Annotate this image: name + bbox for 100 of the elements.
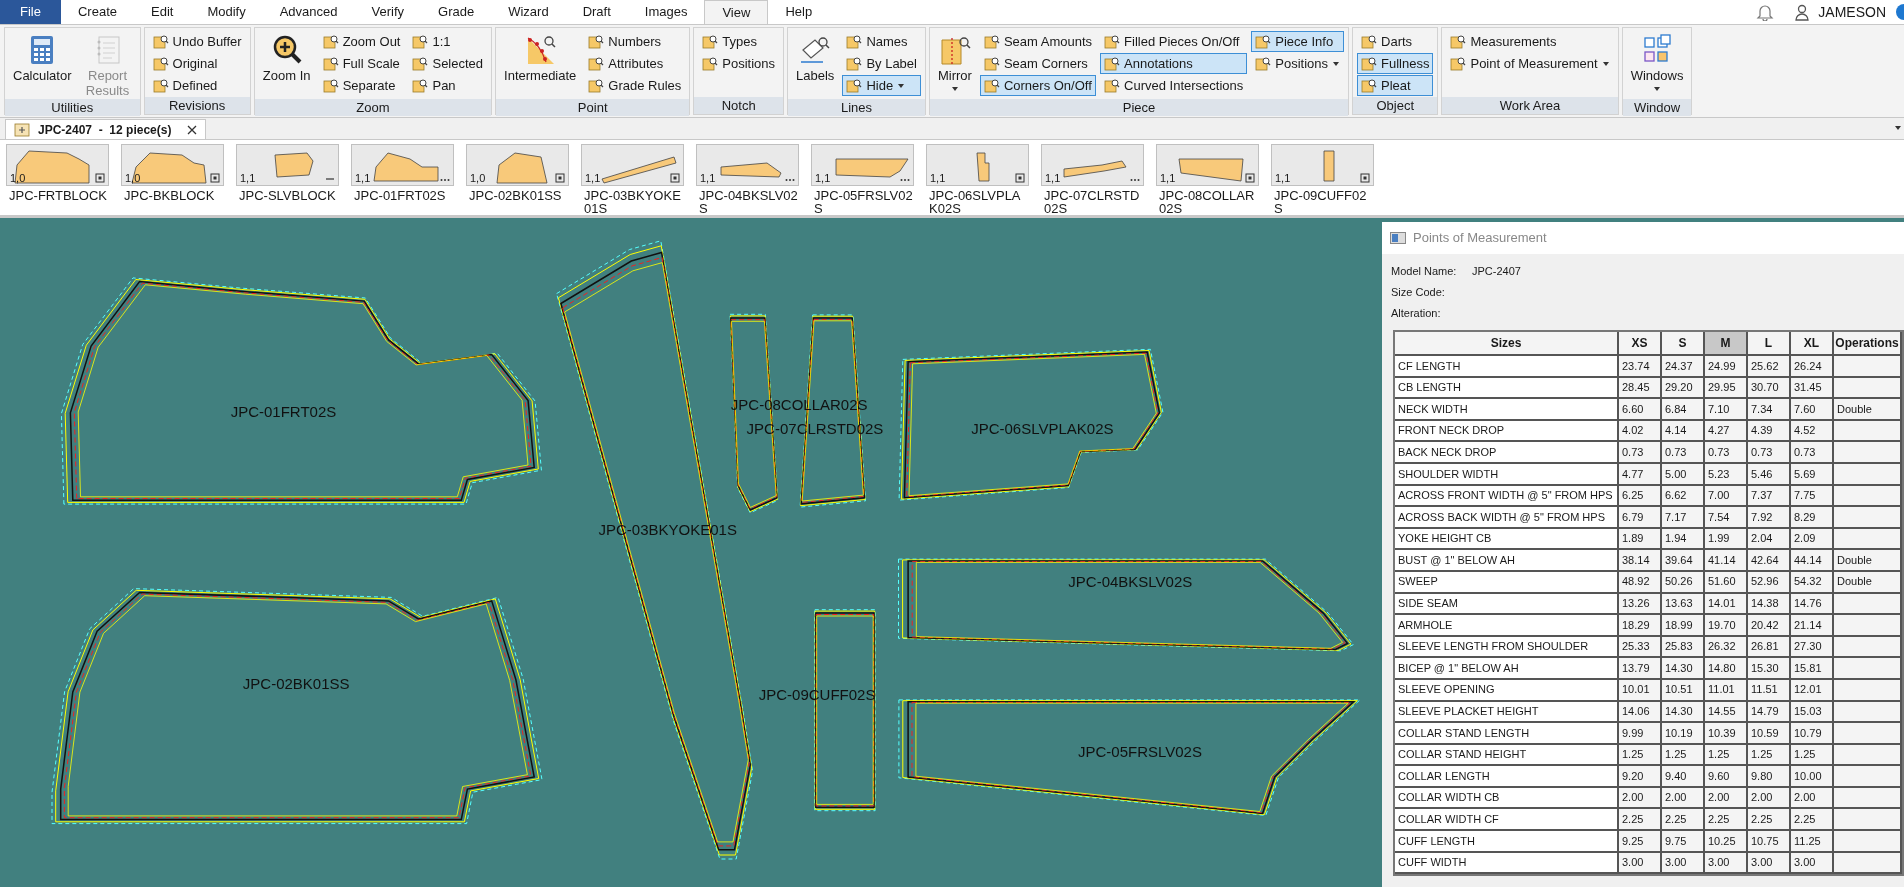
- document-tab[interactable]: JPC-2407 - 12 piece(s): [5, 119, 207, 139]
- piece-label: JPC-06SLVPLAK02S: [971, 421, 1114, 438]
- table-cell: 8.29: [1791, 507, 1834, 527]
- piece-thumbnail[interactable]: 1,1: [1156, 144, 1259, 186]
- column-header[interactable]: L: [1748, 332, 1791, 354]
- piece-name: JPC-03BKYOKE01S: [584, 189, 682, 215]
- ribbon-button[interactable]: Positions: [698, 53, 780, 74]
- menu-tab[interactable]: Advanced: [262, 0, 355, 24]
- ribbon-button[interactable]: Annotations: [1100, 53, 1248, 74]
- ribbon-button[interactable]: Names: [842, 31, 921, 52]
- ribbon-button[interactable]: Calculator: [9, 31, 76, 99]
- column-header[interactable]: Sizes: [1395, 332, 1619, 354]
- table-cell: 1.99: [1705, 528, 1748, 549]
- table-cell: 2.04: [1748, 528, 1791, 549]
- table-cell: 7.37: [1748, 485, 1791, 506]
- ribbon-button[interactable]: Numbers: [584, 31, 686, 52]
- pattern-piece[interactable]: [898, 558, 1354, 652]
- user-name[interactable]: JAMESON: [1818, 1, 1886, 23]
- ribbon-button[interactable]: Measurements: [1446, 31, 1614, 52]
- menu-tab[interactable]: File: [0, 0, 61, 24]
- ribbon-button[interactable]: Selected: [408, 53, 488, 74]
- ribbon-button[interactable]: Seam Amounts: [979, 31, 1097, 52]
- ribbon-button[interactable]: Positions: [1251, 53, 1345, 74]
- ribbon-button[interactable]: Mirror: [933, 31, 976, 99]
- ribbon-button[interactable]: Corners On/Off: [979, 75, 1097, 96]
- ribbon-button[interactable]: Pleat: [1357, 75, 1434, 96]
- table-cell: 2.00: [1705, 787, 1748, 808]
- ribbon-button[interactable]: Original: [148, 53, 246, 74]
- menu-tab[interactable]: Draft: [565, 0, 628, 24]
- piece-thumbnail[interactable]: 1,1: [1041, 144, 1144, 186]
- column-header[interactable]: M: [1705, 332, 1748, 354]
- piece-thumbnail[interactable]: 1,1: [236, 144, 339, 186]
- table-cell: 1.25: [1619, 744, 1662, 765]
- pattern-piece[interactable]: [60, 277, 542, 505]
- ribbon-button[interactable]: Hide: [842, 75, 921, 96]
- column-header[interactable]: XL: [1791, 332, 1834, 354]
- table-cell: 2.25: [1748, 809, 1791, 830]
- table-cell: 5.69: [1791, 463, 1834, 484]
- menu-tab[interactable]: Verify: [354, 0, 422, 24]
- table-cell: 12.01: [1791, 679, 1834, 700]
- ribbon-button[interactable]: Seam Corners: [979, 53, 1097, 74]
- ribbon-button[interactable]: Undo Buffer: [148, 31, 246, 52]
- ribbon-button[interactable]: Types: [698, 31, 780, 52]
- ribbon-button[interactable]: 1:1: [408, 31, 488, 52]
- ribbon-button[interactable]: Separate: [318, 75, 405, 96]
- table-cell: YOKE HEIGHT CB: [1395, 528, 1619, 549]
- column-header[interactable]: Operations: [1834, 332, 1902, 354]
- table-cell: 9.80: [1748, 766, 1791, 786]
- ribbon-button[interactable]: Attributes: [584, 53, 686, 74]
- table-cell: 4.02: [1619, 420, 1662, 441]
- menu-tab[interactable]: View: [704, 0, 769, 24]
- piece-thumbnail[interactable]: 1,1: [696, 144, 799, 186]
- table-cell: CB LENGTH: [1395, 377, 1619, 398]
- ribbon-button[interactable]: Fullness: [1357, 53, 1434, 74]
- table-cell: 7.34: [1748, 399, 1791, 419]
- menu-tab[interactable]: Edit: [134, 0, 191, 24]
- pattern-piece[interactable]: [898, 699, 1361, 816]
- piece-thumbnail[interactable]: 1,0: [466, 144, 569, 186]
- ribbon-button[interactable]: Point of Measurement: [1446, 53, 1614, 74]
- ribbon-button[interactable]: Zoom In: [258, 31, 315, 99]
- menu-tab[interactable]: Create: [60, 0, 134, 24]
- ribbon-button[interactable]: Curved Intersections: [1100, 75, 1248, 96]
- piece-thumbnail[interactable]: 1,0: [121, 144, 224, 186]
- ribbon-button[interactable]: Grade Rules: [584, 75, 686, 96]
- piece-thumbnail[interactable]: 1,1: [351, 144, 454, 186]
- ribbon-button[interactable]: Piece Info: [1251, 31, 1345, 52]
- piece-label: JPC-04BKSLV02S: [1068, 574, 1193, 591]
- ribbon-button[interactable]: By Label: [842, 53, 921, 74]
- menu-tab[interactable]: Images: [627, 0, 705, 24]
- table-cell: 1.25: [1705, 744, 1748, 765]
- table-cell: 9.60: [1705, 766, 1748, 786]
- menu-tab[interactable]: Grade: [421, 0, 492, 24]
- table-cell: CUFF WIDTH: [1395, 852, 1619, 873]
- ribbon-button[interactable]: Defined: [148, 75, 246, 96]
- ribbon-button[interactable]: Full Scale: [318, 53, 405, 74]
- piece-thumbnail[interactable]: 1,0: [6, 144, 109, 186]
- window-icon: [1390, 232, 1406, 244]
- piece-thumbnail[interactable]: 1,1: [1271, 144, 1374, 186]
- menu-tab[interactable]: Wizard: [491, 0, 566, 24]
- ribbon-button[interactable]: Zoom Out: [318, 31, 405, 52]
- ribbon-button[interactable]: Darts: [1357, 31, 1434, 52]
- piece-thumbnail[interactable]: 1,1: [811, 144, 914, 186]
- piece-thumbnail[interactable]: 1,1: [581, 144, 684, 186]
- pattern-piece[interactable]: [898, 348, 1164, 501]
- menu-tab[interactable]: Help: [768, 0, 830, 24]
- column-header[interactable]: S: [1662, 332, 1705, 354]
- piece-name: JPC-02BK01SS: [469, 189, 563, 202]
- piece-thumbnail[interactable]: 1,1: [926, 144, 1029, 186]
- ribbon-button[interactable]: Windows: [1626, 31, 1688, 99]
- ribbon-button[interactable]: Labels: [792, 31, 839, 99]
- menu-tab[interactable]: Modify: [190, 0, 263, 24]
- piece-magnifier-icon: [322, 55, 339, 72]
- ribbon-button[interactable]: Intermediate: [500, 31, 581, 99]
- ribbon-button[interactable]: Filled Pieces On/Off: [1100, 31, 1248, 52]
- column-header[interactable]: XS: [1619, 332, 1662, 354]
- table-cell: 24.37: [1662, 356, 1705, 376]
- table-cell: 11.25: [1791, 831, 1834, 851]
- table-cell: 1.89: [1619, 528, 1662, 549]
- ribbon-button[interactable]: Pan: [408, 75, 488, 96]
- piece-name: JPC-04BKSLV02S: [699, 189, 799, 215]
